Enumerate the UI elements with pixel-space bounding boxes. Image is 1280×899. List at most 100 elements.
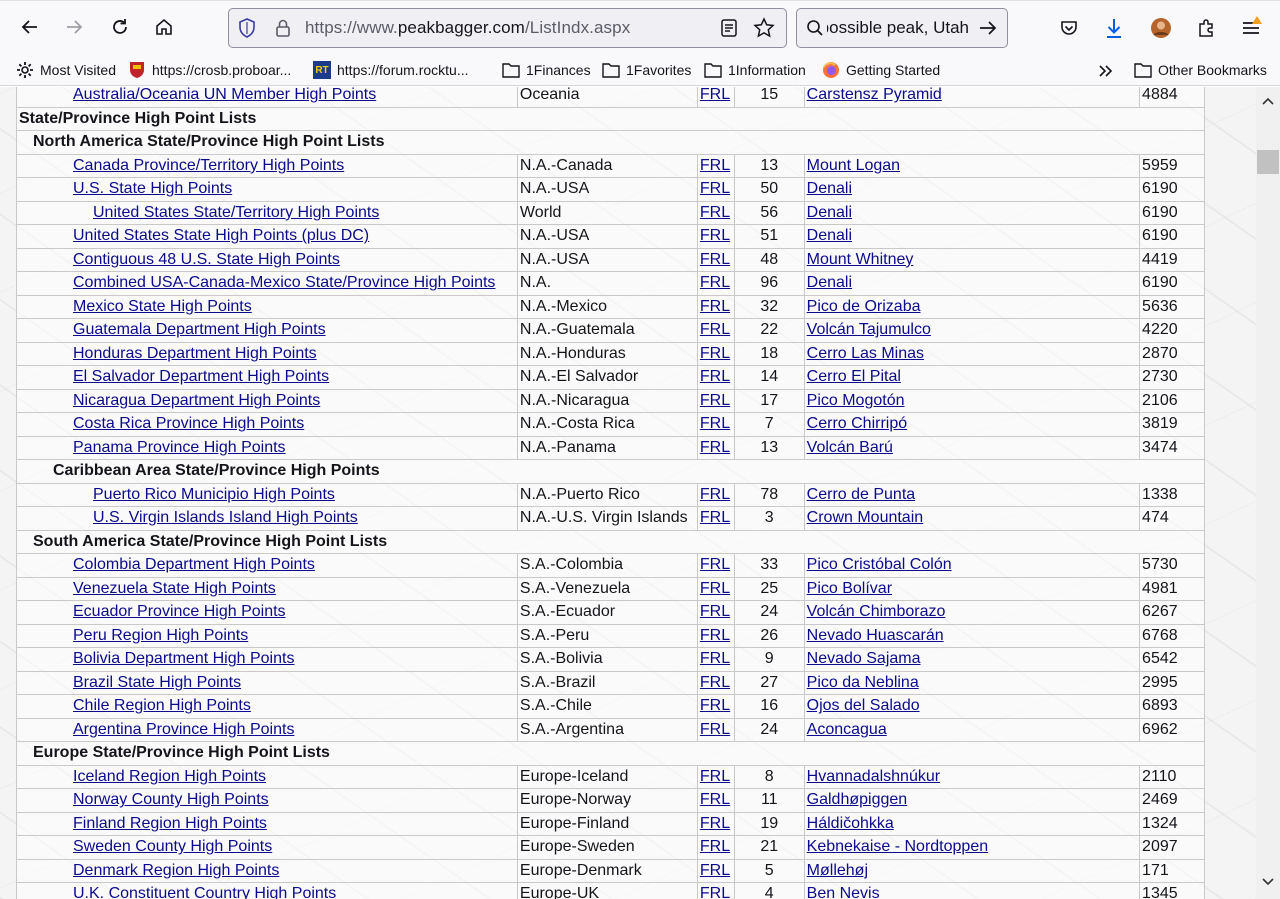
list-name-link[interactable]: U.S. Virgin Islands Island High Points <box>93 509 358 526</box>
list-name-link[interactable]: Sweden County High Points <box>73 838 272 855</box>
frl-link[interactable]: FRL <box>700 674 730 691</box>
frl-link[interactable]: FRL <box>700 815 730 832</box>
frl-link[interactable]: FRL <box>700 862 730 879</box>
peak-link[interactable]: Aconcagua <box>807 721 887 738</box>
peak-link[interactable]: Hvannadalshnúkur <box>807 768 940 785</box>
search-text[interactable]: possible peak, Utah <box>827 18 969 38</box>
list-name-link[interactable]: Colombia Department High Points <box>73 556 315 573</box>
home-button[interactable] <box>148 11 180 43</box>
frl-link[interactable]: FRL <box>700 392 730 409</box>
peak-link[interactable]: Denali <box>807 204 852 221</box>
list-name-link[interactable]: Argentina Province High Points <box>73 721 294 738</box>
reload-button[interactable] <box>104 11 136 43</box>
frl-link[interactable]: FRL <box>700 603 730 620</box>
list-name-link[interactable]: El Salvador Department High Points <box>73 368 329 385</box>
peak-link[interactable]: Ben Nevis <box>807 885 880 899</box>
bookmark-getting-started[interactable]: Getting Started <box>822 59 940 81</box>
peak-link[interactable]: Denali <box>807 227 852 244</box>
peak-link[interactable]: Nevado Sajama <box>807 650 921 667</box>
search-bar[interactable]: possible peak, Utah <box>796 8 1008 48</box>
reader-view-icon[interactable] <box>719 18 739 38</box>
frl-link[interactable]: FRL <box>700 697 730 714</box>
peak-link[interactable]: Møllehøj <box>807 862 868 879</box>
peak-link[interactable]: Pico de Orizaba <box>807 298 921 315</box>
list-name-link[interactable]: Venezuela State High Points <box>73 580 276 597</box>
list-name-link[interactable]: Nicaragua Department High Points <box>73 392 320 409</box>
frl-link[interactable]: FRL <box>700 87 730 103</box>
list-name-link[interactable]: U.K. Constituent Country High Points <box>73 885 336 899</box>
peak-link[interactable]: Crown Mountain <box>807 509 924 526</box>
scroll-up-button[interactable] <box>1256 89 1280 113</box>
bookmark-star-icon[interactable] <box>753 17 775 39</box>
peak-link[interactable]: Cerro El Pital <box>807 368 901 385</box>
list-name-link[interactable]: U.S. State High Points <box>73 180 232 197</box>
list-name-link[interactable]: Brazil State High Points <box>73 674 241 691</box>
peak-link[interactable]: Pico Mogotón <box>807 392 905 409</box>
frl-link[interactable]: FRL <box>700 204 730 221</box>
back-button[interactable] <box>14 11 46 43</box>
scroll-down-button[interactable] <box>1256 870 1280 894</box>
url-text[interactable]: https://www.peakbagger.com/ListIndx.aspx <box>305 18 630 38</box>
list-name-link[interactable]: United States State/Territory High Point… <box>93 204 379 221</box>
peak-link[interactable]: Háldičohkka <box>807 815 894 832</box>
list-name-link[interactable]: Norway County High Points <box>73 791 269 808</box>
list-name-link[interactable]: Mexico State High Points <box>73 298 252 315</box>
app-menu-icon[interactable] <box>1239 13 1265 41</box>
forward-button[interactable] <box>58 11 90 43</box>
peak-link[interactable]: Carstensz Pyramid <box>807 87 942 103</box>
list-name-link[interactable]: Canada Province/Territory High Points <box>73 157 344 174</box>
bookmark-folder-finances[interactable]: 1Finances <box>502 59 591 81</box>
list-name-link[interactable]: Finland Region High Points <box>73 815 267 832</box>
peak-link[interactable]: Pico da Neblina <box>807 674 919 691</box>
frl-link[interactable]: FRL <box>700 791 730 808</box>
list-name-link[interactable]: Denmark Region High Points <box>73 862 279 879</box>
tracking-protection-shield-icon[interactable] <box>237 18 257 38</box>
address-bar[interactable]: https://www.peakbagger.com/ListIndx.aspx <box>228 8 787 48</box>
frl-link[interactable]: FRL <box>700 321 730 338</box>
frl-link[interactable]: FRL <box>700 415 730 432</box>
frl-link[interactable]: FRL <box>700 180 730 197</box>
peak-link[interactable]: Volcán Chimborazo <box>807 603 946 620</box>
peak-link[interactable]: Kebnekaise - Nordtoppen <box>807 838 988 855</box>
peak-link[interactable]: Pico Bolívar <box>807 580 892 597</box>
peak-link[interactable]: Cerro Las Minas <box>807 345 924 362</box>
frl-link[interactable]: FRL <box>700 556 730 573</box>
bookmark-folder-favorites[interactable]: 1Favorites <box>602 59 691 81</box>
frl-link[interactable]: FRL <box>700 274 730 291</box>
bookmark-rocktu[interactable]: RT https://forum.rocktu... <box>313 59 469 81</box>
frl-link[interactable]: FRL <box>700 486 730 503</box>
extensions-puzzle-icon[interactable] <box>1194 16 1218 40</box>
list-name-link[interactable]: Peru Region High Points <box>73 627 248 644</box>
peak-link[interactable]: Pico Cristóbal Colón <box>807 556 952 573</box>
list-name-link[interactable]: Panama Province High Points <box>73 439 286 456</box>
frl-link[interactable]: FRL <box>700 838 730 855</box>
peak-link[interactable]: Nevado Huascarán <box>807 627 944 644</box>
frl-link[interactable]: FRL <box>700 298 730 315</box>
list-name-link[interactable]: Combined USA-Canada-Mexico State/Provinc… <box>73 274 495 291</box>
frl-link[interactable]: FRL <box>700 768 730 785</box>
list-name-link[interactable]: Bolivia Department High Points <box>73 650 294 667</box>
list-name-link[interactable]: Puerto Rico Municipio High Points <box>93 486 335 503</box>
list-name-link[interactable]: Iceland Region High Points <box>73 768 266 785</box>
frl-link[interactable]: FRL <box>700 157 730 174</box>
peak-link[interactable]: Denali <box>807 274 852 291</box>
frl-link[interactable]: FRL <box>700 368 730 385</box>
search-go-arrow-icon[interactable] <box>977 18 999 38</box>
peak-link[interactable]: Mount Logan <box>807 157 900 174</box>
frl-link[interactable]: FRL <box>700 885 730 899</box>
list-name-link[interactable]: Honduras Department High Points <box>73 345 317 362</box>
frl-link[interactable]: FRL <box>700 627 730 644</box>
bookmark-folder-information[interactable]: 1Information <box>704 59 806 81</box>
list-name-link[interactable]: United States State High Points (plus DC… <box>73 227 369 244</box>
peak-link[interactable]: Volcán Tajumulco <box>807 321 931 338</box>
vertical-scrollbar[interactable] <box>1256 87 1280 899</box>
list-name-link[interactable]: Chile Region High Points <box>73 697 251 714</box>
frl-link[interactable]: FRL <box>700 251 730 268</box>
lock-icon[interactable] <box>273 18 293 38</box>
peak-link[interactable]: Mount Whitney <box>807 251 914 268</box>
list-name-link[interactable]: Australia/Oceania UN Member High Points <box>73 87 376 103</box>
frl-link[interactable]: FRL <box>700 509 730 526</box>
frl-link[interactable]: FRL <box>700 650 730 667</box>
frl-link[interactable]: FRL <box>700 721 730 738</box>
frl-link[interactable]: FRL <box>700 227 730 244</box>
